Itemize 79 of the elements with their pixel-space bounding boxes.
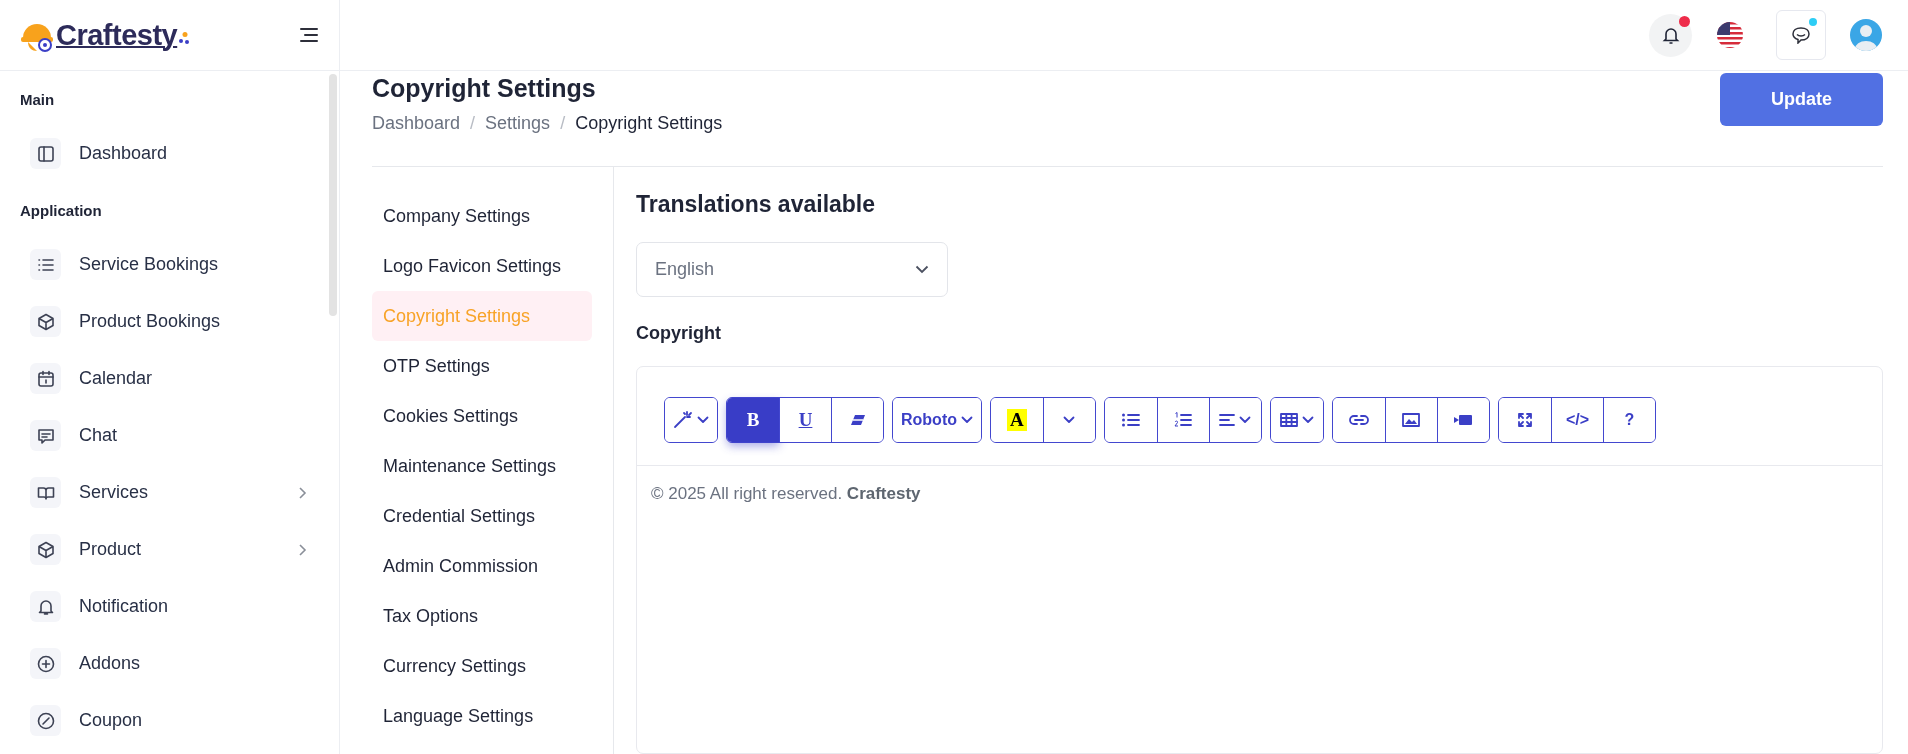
table-icon	[1280, 413, 1298, 427]
settings-menu-item[interactable]: Maintenance Settings	[372, 441, 592, 491]
video-button[interactable]	[1437, 398, 1489, 442]
chevron-down-icon	[915, 265, 929, 274]
scrollbar-thumb[interactable]	[329, 74, 337, 316]
font-button[interactable]: Roboto	[893, 398, 981, 442]
chat-bubble-icon	[1791, 26, 1811, 44]
bold-button[interactable]: B	[727, 398, 779, 442]
language-select[interactable]: English	[636, 242, 948, 297]
avatar-button[interactable]	[1850, 19, 1882, 51]
breadcrumb-link[interactable]: Settings	[485, 113, 551, 134]
video-icon	[1453, 414, 1474, 426]
sidebar-item[interactable]: Service Bookings	[79, 254, 319, 275]
breadcrumb-separator: /	[560, 113, 566, 134]
sidebar-item[interactable]: Notification	[79, 596, 319, 617]
logo-text: Craftesty	[56, 18, 178, 52]
eraser-icon	[849, 413, 866, 427]
style-button[interactable]	[665, 398, 717, 442]
section-title: Main	[20, 90, 56, 110]
align-left-icon	[1219, 413, 1236, 427]
caret-icon	[697, 416, 709, 424]
notification-button[interactable]	[1649, 13, 1692, 57]
settings-menu-item[interactable]: Currency Settings	[372, 641, 592, 691]
fullscreen-icon	[1517, 412, 1533, 428]
bell-icon	[1661, 25, 1680, 45]
menu-icon	[299, 27, 319, 43]
sidebar-item[interactable]: Coupon	[79, 710, 319, 731]
sparkle-dots-icon	[179, 32, 190, 44]
numbered-list-icon	[1174, 412, 1193, 428]
settings-menu-item[interactable]: Tax Options	[372, 591, 592, 641]
chat-icon	[36, 426, 55, 445]
caret-icon	[1063, 416, 1076, 424]
settings-menu-item[interactable]: Credential Settings	[372, 491, 592, 541]
plus-circle-icon	[36, 654, 55, 673]
sidebar-item[interactable]: Dashboard	[79, 143, 319, 164]
box-icon	[36, 312, 55, 331]
avatar-icon	[1850, 19, 1882, 51]
bell-icon	[36, 597, 55, 616]
bullet-list-icon	[1122, 413, 1140, 427]
sidebar-item[interactable]: Chat	[79, 425, 319, 446]
sidebar-item[interactable]: Calendar	[79, 368, 319, 389]
update-button[interactable]: Update	[1720, 73, 1883, 126]
editor-text: © 2025 All right reserved. Craftesty	[650, 483, 922, 505]
breadcrumb-link[interactable]: Dashboard	[372, 113, 461, 134]
link-icon	[1349, 414, 1369, 426]
section-heading: Translations available	[636, 191, 876, 218]
field-label: Copyright	[636, 323, 721, 344]
calendar-icon	[36, 369, 55, 388]
sidebar-item[interactable]: Product	[79, 539, 279, 560]
sidebar-item[interactable]: Addons	[79, 653, 319, 674]
magic-wand-icon	[673, 411, 693, 429]
message-dot	[1809, 18, 1817, 26]
caret-icon	[1239, 416, 1252, 424]
image-icon	[1402, 413, 1421, 427]
settings-menu-item[interactable]: Language Settings	[372, 691, 592, 741]
messages-button[interactable]	[1776, 10, 1826, 60]
coupon-icon	[36, 711, 55, 730]
settings-menu-item[interactable]: Cookies Settings	[372, 391, 592, 441]
align-button[interactable]	[1209, 398, 1261, 442]
help-button[interactable]: ?	[1603, 398, 1655, 442]
notification-dot	[1679, 15, 1690, 27]
eraser-button[interactable]	[831, 398, 883, 442]
menu-button[interactable]	[299, 27, 319, 43]
sidebar-item[interactable]: Product Bookings	[79, 311, 319, 332]
caret-icon	[961, 416, 973, 424]
box-icon	[36, 540, 55, 559]
settings-menu-item[interactable]: OTP Settings	[372, 341, 592, 391]
page-title: Copyright Settings	[372, 73, 597, 103]
settings-menu-item[interactable]: Logo Favicon Settings	[372, 241, 592, 291]
caret-icon	[1302, 416, 1314, 424]
breadcrumb-separator: /	[470, 113, 476, 134]
breadcrumb-current-page: Copyright Settings	[575, 113, 723, 134]
sidebar-panel-icon	[36, 144, 55, 163]
sidebar-item[interactable]: Services	[79, 482, 279, 503]
settings-menu-item[interactable]: Admin Commission	[372, 541, 592, 591]
section-title: Application	[20, 201, 103, 221]
table-button[interactable]	[1271, 398, 1323, 442]
settings-menu-item[interactable]: Company Settings	[372, 191, 592, 241]
caret-button[interactable]	[1043, 398, 1095, 442]
